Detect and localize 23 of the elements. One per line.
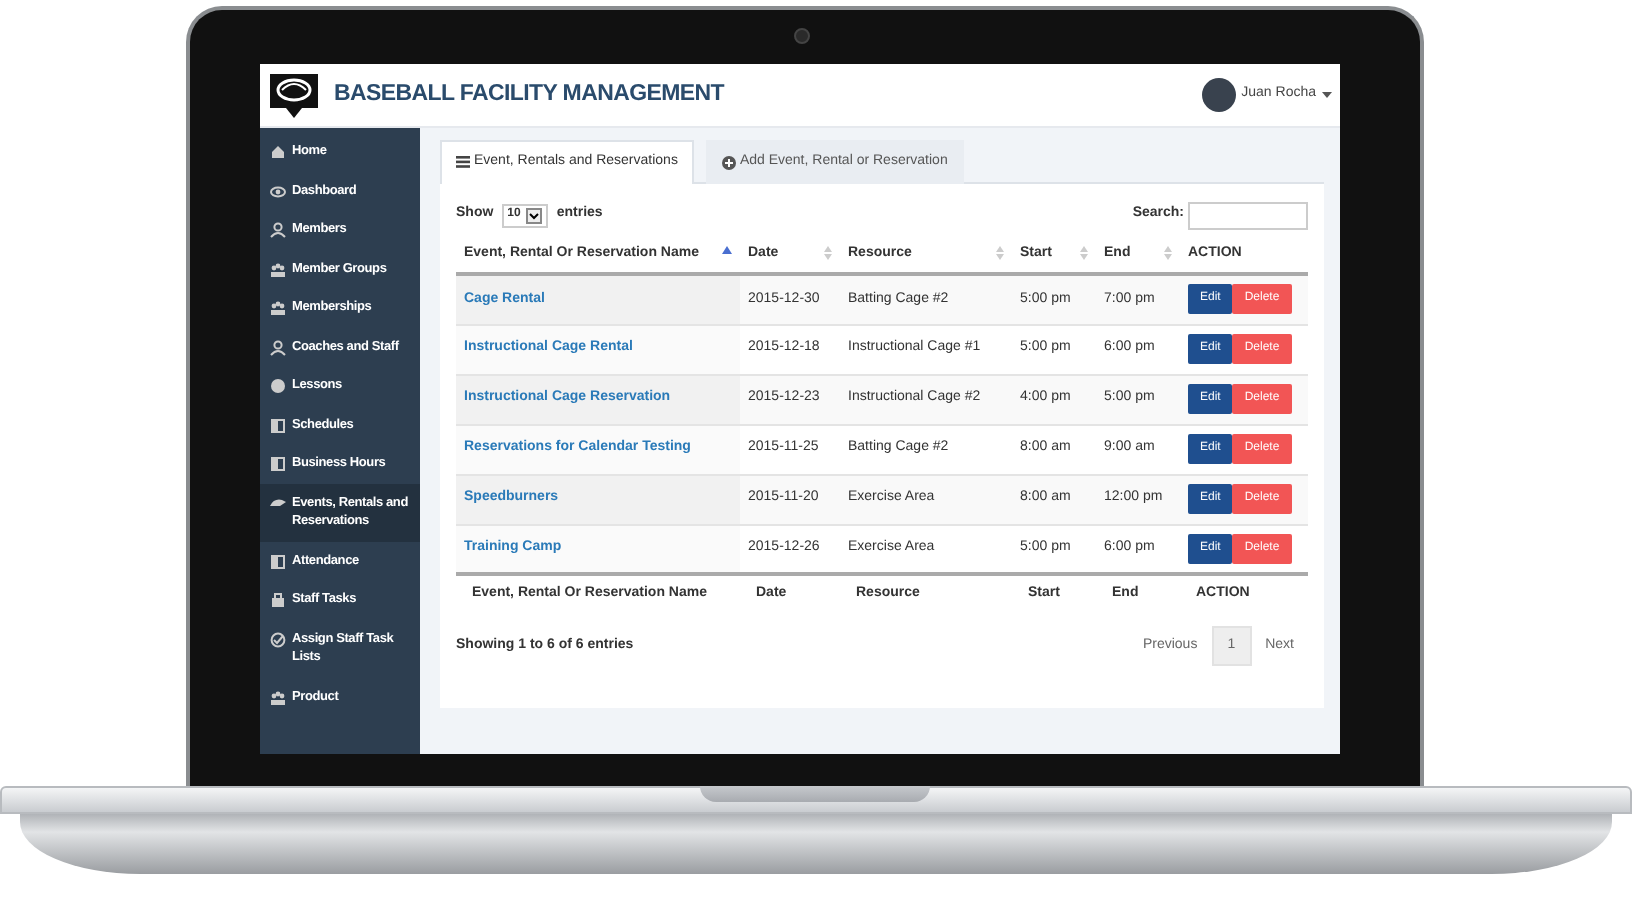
dropdown-arrow-icon xyxy=(526,207,543,223)
group-icon xyxy=(270,300,286,316)
search-field[interactable] xyxy=(1188,201,1308,229)
app-title: BASEBALL FACILITY MANAGEMENT xyxy=(334,79,724,110)
camera-icon xyxy=(794,28,810,44)
person-icon xyxy=(270,222,286,238)
document-icon xyxy=(270,553,286,569)
list-icon xyxy=(456,156,470,169)
plus-circle-icon xyxy=(721,155,736,170)
logo-icon xyxy=(268,71,320,119)
group-icon xyxy=(270,261,286,277)
group-icon xyxy=(270,689,286,705)
bag-icon xyxy=(270,592,286,608)
document-icon xyxy=(270,456,286,472)
ball-icon xyxy=(270,378,286,394)
document-icon xyxy=(270,417,286,433)
cap-icon xyxy=(270,495,286,511)
eye-icon xyxy=(270,183,286,199)
caret-icon xyxy=(1322,92,1332,98)
house-icon xyxy=(270,144,286,160)
person-icon xyxy=(270,339,286,355)
check-icon xyxy=(270,631,286,647)
avatar xyxy=(1201,78,1236,112)
